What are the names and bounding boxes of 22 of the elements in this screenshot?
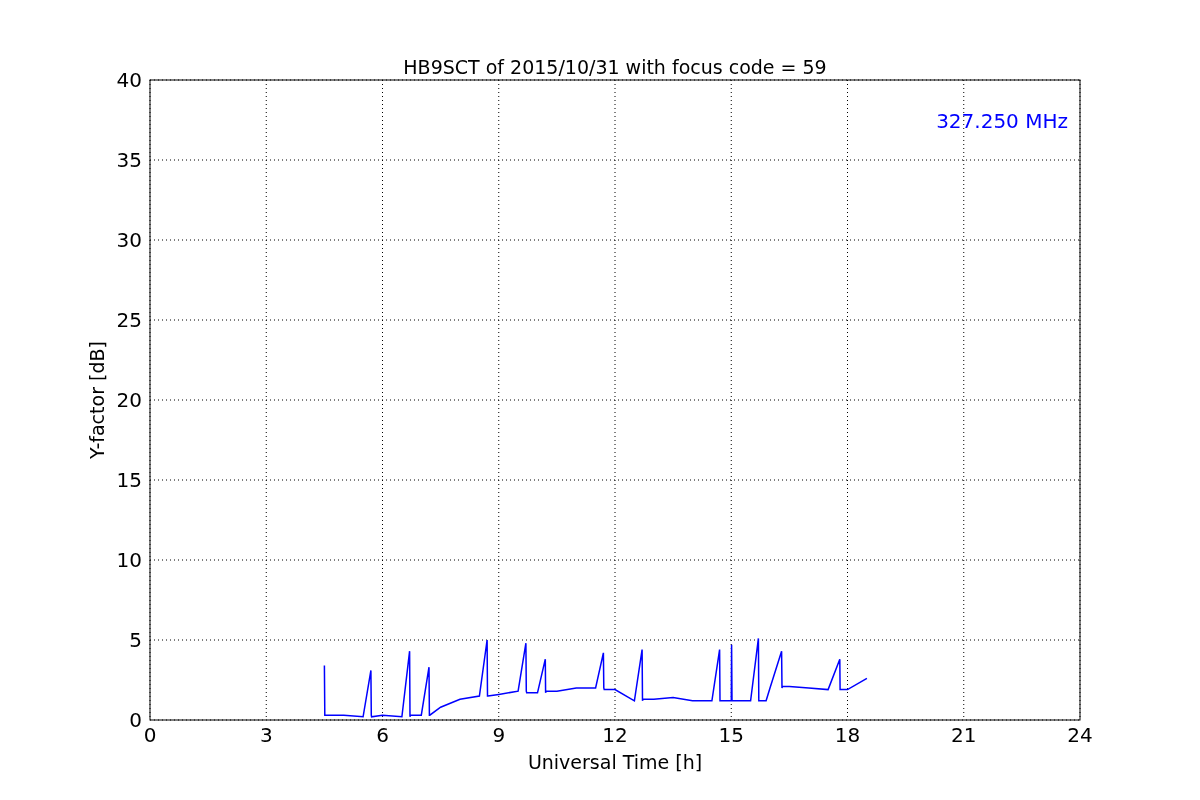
x-tick-label: 18 — [834, 723, 861, 747]
x-axis-label: Universal Time [h] — [527, 751, 703, 773]
chart-title: HB9SCT of 2015/10/31 with focus code = 59 — [403, 56, 827, 78]
y-tick-label: 15 — [116, 468, 142, 492]
y-tick-label: 0 — [129, 708, 142, 732]
y-tick-label: 20 — [116, 388, 142, 412]
y-tick-label: 5 — [129, 628, 142, 652]
x-tick-label: 21 — [951, 723, 977, 747]
y-axis-label: Y-factor [dB] — [86, 341, 108, 459]
y-tick-label: 40 — [116, 68, 142, 92]
y-tick-label: 10 — [116, 548, 142, 572]
y-tick-label: 35 — [116, 148, 142, 172]
y-tick-label: 25 — [116, 308, 142, 332]
x-tick-label: 6 — [376, 723, 389, 747]
y-tick-label: 30 — [116, 228, 142, 252]
x-tick-label: 15 — [718, 723, 744, 747]
x-tick-label: 9 — [492, 723, 506, 747]
x-tick-label: 0 — [143, 723, 157, 747]
series-label: 327.250 MHz — [936, 109, 1068, 133]
x-tick-label: 3 — [259, 723, 273, 747]
x-tick-label: 24 — [1067, 723, 1093, 747]
x-tick-label: 12 — [602, 723, 628, 747]
